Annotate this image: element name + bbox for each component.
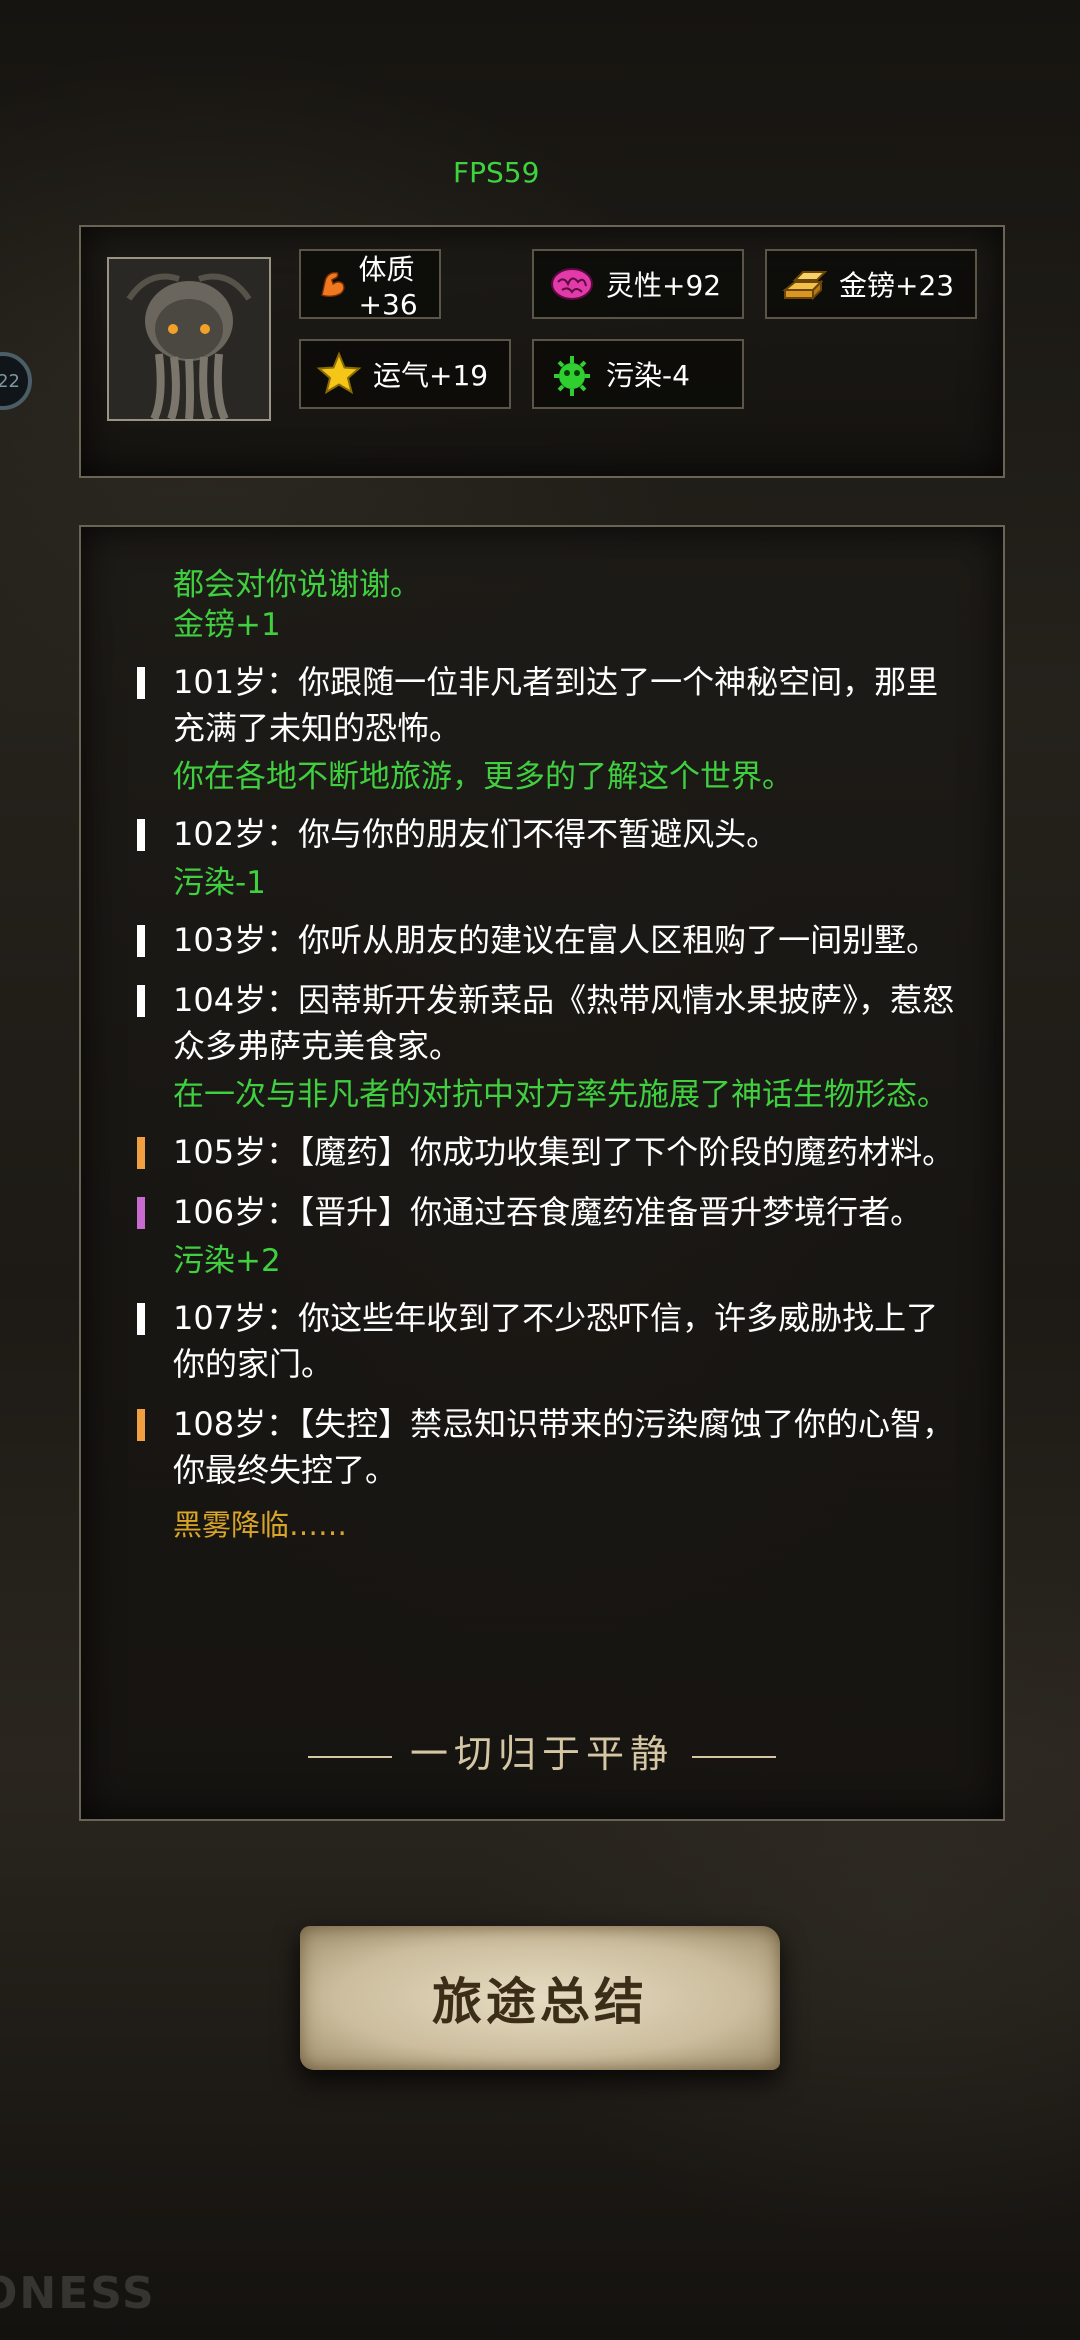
life-log-list: 都会对你说谢谢。 金镑+1 101岁：你跟随一位非凡者到达了一个神秘空间，那里充… [81, 565, 1003, 1545]
log-entry: 106岁：【晋升】你通过吞食魔药准备晋升梦境行者。 [81, 1189, 1003, 1235]
stat-luck: 运气+19 [299, 339, 511, 409]
star-icon [316, 351, 362, 395]
stats-panel: 体质+36 灵性+92 金镑+23 运气+19 污染-4 [79, 225, 1005, 478]
entry-marker [137, 1303, 145, 1335]
log-entry: 103岁：你听从朋友的建议在富人区租购了一间别墅。 [81, 917, 1003, 963]
brain-icon [551, 268, 593, 300]
entry-marker [137, 667, 145, 699]
log-entry: 102岁：你与你的朋友们不得不暂避风头。 [81, 811, 1003, 857]
virus-icon [554, 356, 590, 396]
stat-spirituality: 灵性+92 [532, 249, 744, 319]
log-effect: 在一次与非凡者的对抗中对方率先施展了神话生物形态。 [173, 1077, 948, 1113]
journey-summary-button[interactable]: 旅途总结 [300, 1926, 780, 2070]
log-entry: 105岁：【魔药】你成功收集到了下个阶段的魔药材料。 [81, 1129, 1003, 1175]
muscle-arm-icon [321, 272, 345, 297]
entry-marker [137, 819, 145, 851]
entry-marker [137, 1197, 145, 1229]
ending-left-dash [307, 1755, 392, 1758]
log-effect: 金镑+1 [173, 607, 281, 643]
entry-marker [137, 985, 145, 1017]
cthulhu-portrait-image [109, 259, 269, 419]
ending-right-dash [692, 1755, 776, 1758]
log-effect-gold: 黑雾降临…… [173, 1508, 348, 1542]
log-effect: 都会对你说谢谢。 [173, 567, 421, 603]
log-entry: 107岁：你这些年收到了不少恐吓信，许多威胁找上了你的家门。 [81, 1295, 1003, 1387]
stat-gold-pounds: 金镑+23 [765, 249, 977, 319]
gold-bars-icon [782, 271, 828, 301]
side-floating-badge[interactable]: 22 [0, 352, 32, 410]
stat-pollution: 污染-4 [532, 339, 744, 409]
log-entry: 104岁：因蒂斯开发新菜品《热带风情水果披萨》，惹怒众多弗萨克美食家。 [81, 977, 1003, 1069]
ending-caption: 一切归于平静 [81, 1723, 1003, 1778]
life-log-panel[interactable]: 都会对你说谢谢。 金镑+1 101岁：你跟随一位非凡者到达了一个神秘空间，那里充… [79, 525, 1005, 1821]
entry-marker [137, 925, 145, 957]
log-effect: 污染-1 [173, 865, 266, 901]
entry-marker [137, 1409, 145, 1441]
fps-counter: FPS59 [453, 156, 540, 189]
character-portrait[interactable] [107, 257, 271, 421]
log-effect: 你在各地不断地旅游，更多的了解这个世界。 [173, 759, 793, 795]
log-entry: 101岁：你跟随一位非凡者到达了一个神秘空间，那里充满了未知的恐怖。 [81, 659, 1003, 751]
entry-marker [137, 1137, 145, 1169]
log-entry: 108岁：【失控】禁忌知识带来的污染腐蚀了你的心智，你最终失控了。 [81, 1401, 1003, 1493]
log-effect: 污染+2 [173, 1243, 281, 1279]
background-watermark: ONESS [0, 2268, 156, 2319]
stat-constitution: 体质+36 [299, 249, 441, 321]
